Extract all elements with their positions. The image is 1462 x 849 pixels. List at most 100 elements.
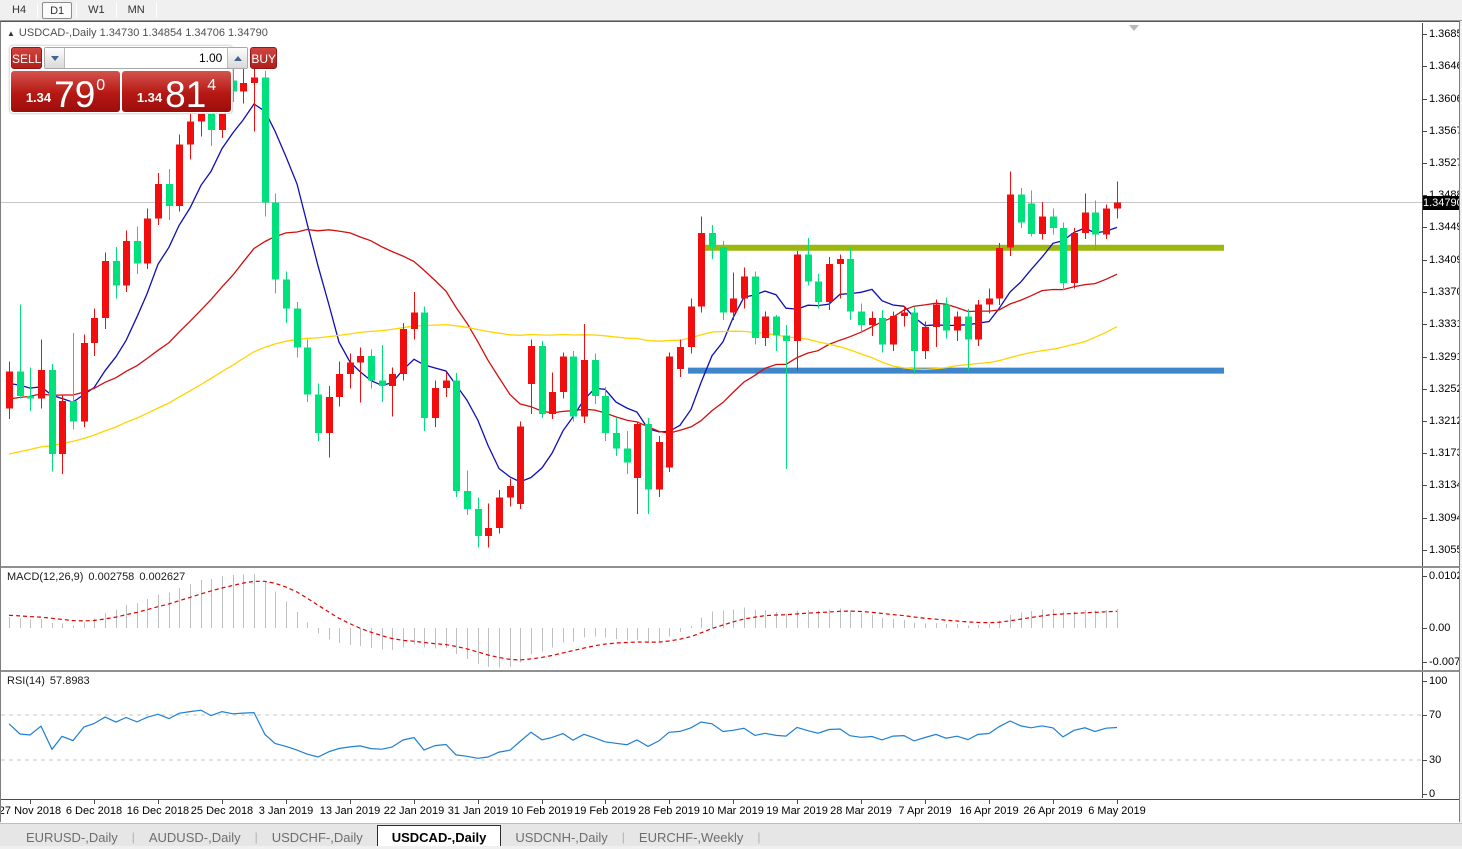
volume-decrease-button[interactable] (45, 48, 66, 68)
price-axis[interactable]: 1.368501.364601.360601.356701.352701.348… (1422, 23, 1459, 566)
timeframe-button-d1[interactable]: D1 (42, 1, 73, 19)
price-axis-label: 1.30940 (1429, 512, 1459, 525)
macd-panel[interactable]: MACD(12,26,9)0.0027580.002627 0.0102290.… (1, 568, 1459, 670)
axis-tick (1423, 34, 1427, 35)
macd-value-signal: 0.002627 (139, 571, 186, 583)
collapse-arrow-icon[interactable]: ▲ (7, 29, 15, 38)
timeframe-button-mn[interactable]: MN (121, 2, 152, 19)
axis-tick (478, 800, 479, 804)
axis-tick (414, 800, 415, 804)
price-axis-label: 1.35270 (1429, 157, 1459, 170)
timeframe-button-w1[interactable]: W1 (81, 2, 112, 19)
price-axis-label: 1.31340 (1429, 479, 1459, 492)
toolbar-separator (155, 2, 157, 18)
price-axis-label: 1.32520 (1429, 382, 1459, 395)
rsi-axis-label: 100 (1429, 675, 1448, 687)
axis-tick (1423, 628, 1427, 629)
axis-tick (1423, 388, 1427, 390)
volume-input[interactable] (65, 48, 228, 68)
axis-tick (1423, 576, 1427, 577)
buy-price-prefix: 1.34 (136, 90, 163, 105)
arrow-down-icon (50, 55, 59, 61)
sell-price-prefix: 1.34 (25, 90, 52, 105)
axis-tick (1423, 681, 1427, 682)
rsi-panel[interactable]: RSI(14) 57.8983 100 70 30 0 (1, 672, 1459, 798)
buy-price-big: 81 (165, 74, 207, 116)
axis-tick (1423, 421, 1427, 423)
one-click-trading-panel: SELL BUY 1.34790 1.34814 (9, 45, 278, 116)
price-axis-label: 1.34090 (1429, 254, 1459, 267)
price-axis-label: 1.36460 (1429, 59, 1459, 72)
rsi-axis[interactable]: 100 70 30 0 (1422, 672, 1459, 798)
rsi-axis-label: 0 (1429, 788, 1436, 798)
rsi-plot[interactable] (1, 672, 1422, 798)
axis-tick (669, 800, 670, 804)
axis-tick (1423, 550, 1427, 551)
sell-button[interactable]: SELL (11, 47, 43, 69)
axis-tick (1423, 163, 1427, 165)
axis-tick (1423, 662, 1427, 663)
symbol-ohlc-text: USDCAD-,Daily 1.34730 1.34854 1.34706 1.… (18, 27, 268, 39)
rsi-name: RSI(14) (7, 675, 45, 687)
price-axis-label: 1.32120 (1429, 415, 1459, 428)
symbol-info: ▲ USDCAD-,Daily 1.34730 1.34854 1.34706 1… (7, 27, 268, 39)
axis-tick (1423, 356, 1427, 358)
macd-axis-label: 0.00 (1429, 622, 1451, 634)
date-axis-label: 6 May 2019 (1088, 805, 1146, 817)
axis-tick (861, 800, 862, 804)
axis-tick (158, 800, 159, 804)
timeframe-button-h4[interactable]: H4 (5, 2, 33, 19)
axis-tick (1423, 260, 1427, 262)
axis-tick (605, 800, 606, 804)
toolbar-separator (37, 2, 39, 18)
price-axis-label: 1.32910 (1429, 350, 1459, 363)
price-axis-label: 1.35670 (1429, 124, 1459, 137)
chart-window: ▲ USDCAD-,Daily 1.34730 1.34854 1.34706 1… (0, 21, 1460, 823)
axis-tick (1423, 794, 1427, 795)
axis-tick (1423, 130, 1427, 132)
buy-price-button[interactable]: 1.34 81 4 (122, 71, 231, 116)
rsi-label: RSI(14) 57.8983 (7, 675, 95, 687)
rsi-value: 57.8983 (49, 675, 90, 687)
current-price-tag: 1.34790 (1423, 195, 1459, 210)
volume-stepper (44, 47, 249, 69)
axis-tick (350, 800, 351, 804)
axis-tick (925, 800, 926, 804)
axis-tick (30, 800, 31, 804)
main-chart-panel[interactable]: ▲ USDCAD-,Daily 1.34730 1.34854 1.34706 1… (1, 23, 1459, 566)
price-axis-label: 1.36850 (1429, 28, 1459, 40)
sell-price-big: 79 (54, 74, 96, 116)
axis-tick (1423, 453, 1427, 455)
sell-price-button[interactable]: 1.34 79 0 (11, 71, 120, 116)
axis-tick (1423, 98, 1427, 100)
axis-tick (1423, 485, 1427, 487)
chart-shift-marker-icon (1129, 25, 1139, 31)
axis-tick (1423, 227, 1427, 229)
buy-button[interactable]: BUY (250, 47, 278, 69)
arrow-up-icon (233, 55, 242, 61)
axis-tick (1423, 760, 1427, 762)
axis-tick (542, 800, 543, 804)
axis-tick (1423, 65, 1427, 67)
axis-tick (1423, 292, 1427, 293)
buy-price-sup: 4 (207, 77, 217, 94)
rsi-axis-label: 30 (1429, 754, 1442, 767)
macd-plot[interactable] (1, 568, 1422, 670)
price-axis-label: 1.31730 (1429, 447, 1459, 460)
price-axis-label: 1.30550 (1429, 544, 1459, 556)
axis-tick (94, 800, 95, 804)
price-axis-label: 1.36060 (1429, 92, 1459, 105)
toolbar-separator (115, 2, 117, 18)
date-axis[interactable]: 27 Nov 2018 6 Dec 2018 16 Dec 2018 25 Dec 2… (1, 799, 1459, 823)
sell-price-sup: 0 (96, 77, 106, 94)
macd-label: MACD(12,26,9) 0.002758 0.002627 (7, 571, 190, 583)
axis-tick (1423, 714, 1427, 716)
macd-axis[interactable]: 0.010229 0.00 -0.007477 (1422, 568, 1459, 670)
macd-value-main: 0.002758 (88, 571, 135, 583)
price-axis-label: 1.33700 (1429, 286, 1459, 298)
axis-tick (797, 800, 798, 804)
volume-increase-button[interactable] (227, 48, 248, 68)
macd-axis-label: -0.007477 (1429, 656, 1459, 668)
axis-tick (1423, 518, 1427, 520)
price-axis-label: 1.33310 (1429, 317, 1459, 330)
